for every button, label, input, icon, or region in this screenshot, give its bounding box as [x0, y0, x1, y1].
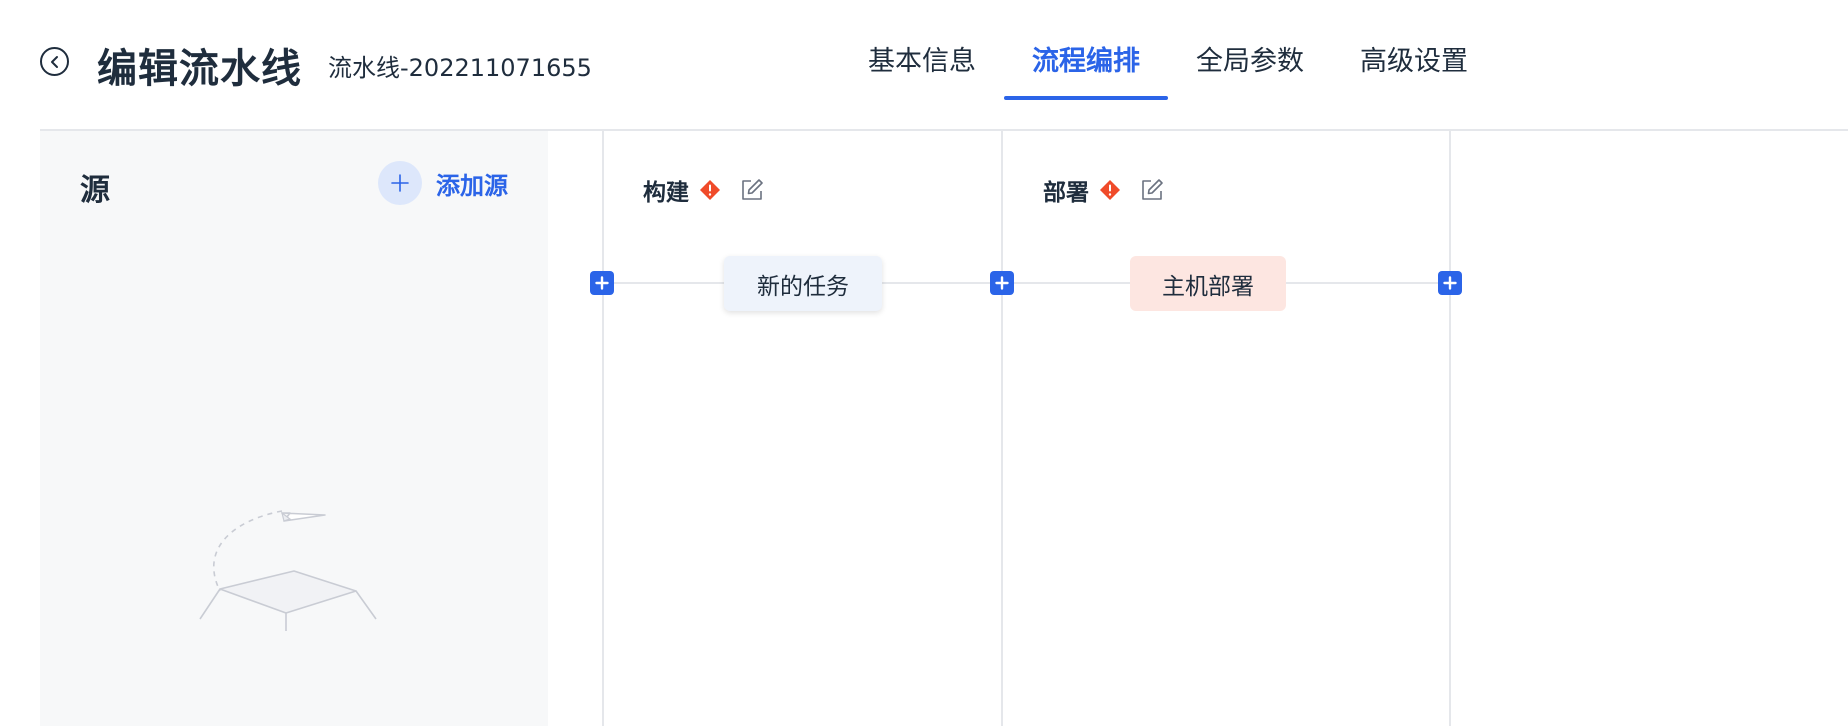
plus-icon	[391, 174, 409, 192]
empty-box-illustration	[199, 510, 377, 631]
plus-icon	[595, 276, 609, 290]
add-stage-button[interactable]	[1438, 271, 1462, 295]
add-stage-button[interactable]	[590, 271, 614, 295]
tab-process-orchestration[interactable]: 流程编排	[1004, 40, 1168, 100]
tab-bar: 基本信息 流程编排 全局参数 高级设置	[840, 40, 1496, 100]
page-header: 编辑流水线 流水线-202211071655 基本信息 流程编排 全局参数 高级…	[0, 0, 1848, 130]
stage-header-deploy: 部署	[1043, 173, 1165, 207]
add-source-label: 添加源	[436, 171, 508, 200]
page-title: 编辑流水线	[97, 46, 302, 92]
stage-name: 构建	[643, 180, 689, 206]
plus-icon	[1443, 276, 1457, 290]
stage-divider	[1449, 131, 1451, 726]
job-card[interactable]: 主机部署	[1130, 256, 1286, 311]
add-source-circle	[378, 161, 422, 205]
warning-icon	[700, 180, 720, 200]
stage-name: 部署	[1043, 180, 1089, 206]
source-title: 源	[80, 173, 110, 208]
pipeline-name: 流水线-202211071655	[328, 54, 592, 82]
add-source-button[interactable]: 添加源	[378, 161, 508, 205]
job-card[interactable]: 新的任务	[724, 256, 882, 311]
chevron-left-icon	[50, 55, 58, 68]
stage-divider	[602, 131, 604, 726]
stage-divider	[1001, 131, 1003, 726]
warning-icon	[1100, 180, 1120, 200]
plus-icon	[995, 276, 1009, 290]
pipeline-canvas: 构建 部署 新的任务 主机部署	[548, 131, 1848, 726]
back-button[interactable]	[40, 47, 69, 76]
stage-header-build: 构建	[643, 173, 765, 207]
add-stage-button[interactable]	[990, 271, 1014, 295]
edit-icon[interactable]	[1139, 177, 1165, 203]
source-panel: 源 添加源	[40, 131, 548, 726]
tab-advanced-settings[interactable]: 高级设置	[1332, 40, 1496, 98]
tab-basic-info[interactable]: 基本信息	[840, 40, 1004, 98]
tab-global-params[interactable]: 全局参数	[1168, 40, 1332, 98]
edit-icon[interactable]	[739, 177, 765, 203]
